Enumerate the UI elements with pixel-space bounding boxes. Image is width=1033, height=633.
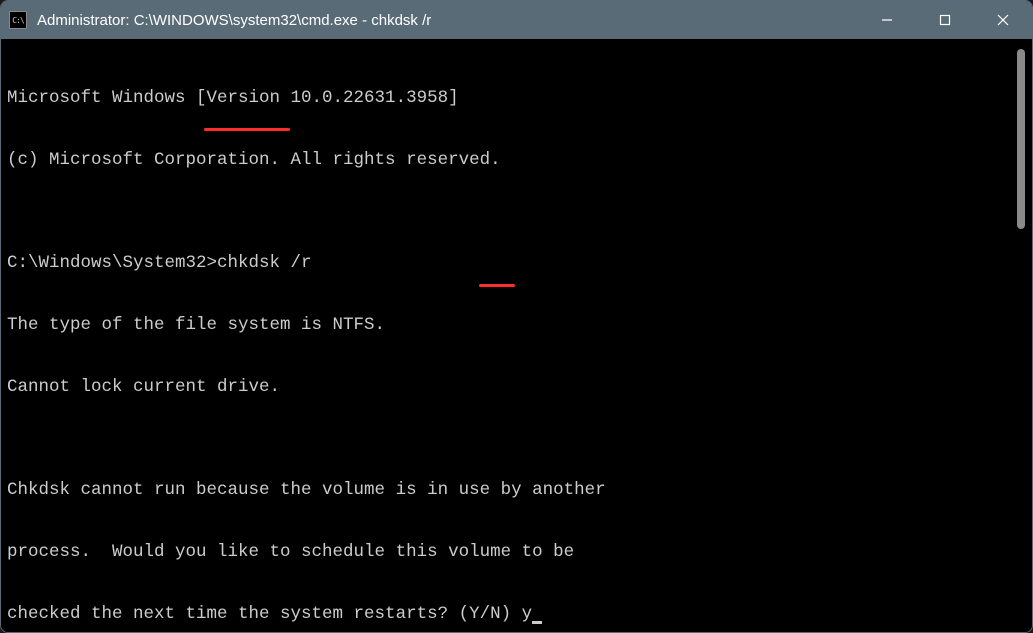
cmd-icon: C:\ bbox=[9, 11, 27, 29]
prompt: C:\Windows\System32> bbox=[7, 253, 217, 273]
output-line: Cannot lock current drive. bbox=[7, 377, 1012, 398]
window-controls bbox=[858, 1, 1032, 39]
output-line: checked the next time the system restart… bbox=[7, 604, 1012, 625]
terminal-body[interactable]: Microsoft Windows [Version 10.0.22631.39… bbox=[1, 39, 1032, 633]
minimize-button[interactable] bbox=[858, 1, 916, 39]
terminal-content: Microsoft Windows [Version 10.0.22631.39… bbox=[7, 47, 1012, 633]
close-button[interactable] bbox=[974, 1, 1032, 39]
output-line: (c) Microsoft Corporation. All rights re… bbox=[7, 150, 1012, 171]
prompt-question: checked the next time the system restart… bbox=[7, 604, 522, 624]
minimize-icon bbox=[881, 14, 893, 26]
user-response: y bbox=[522, 604, 533, 624]
annotation-underline bbox=[479, 284, 515, 287]
titlebar[interactable]: C:\ Administrator: C:\WINDOWS\system32\c… bbox=[1, 1, 1032, 39]
annotation-underline bbox=[204, 128, 290, 131]
command-text: chkdsk /r bbox=[217, 253, 312, 273]
scrollbar-thumb[interactable] bbox=[1017, 49, 1025, 229]
output-line: Chkdsk cannot run because the volume is … bbox=[7, 480, 1012, 501]
prompt-line: C:\Windows\System32>chkdsk /r bbox=[7, 253, 1012, 274]
cursor bbox=[532, 621, 542, 624]
output-line: Microsoft Windows [Version 10.0.22631.39… bbox=[7, 88, 1012, 109]
maximize-button[interactable] bbox=[916, 1, 974, 39]
scrollbar[interactable] bbox=[1012, 47, 1030, 633]
maximize-icon bbox=[939, 14, 951, 26]
cmd-window: C:\ Administrator: C:\WINDOWS\system32\c… bbox=[0, 0, 1033, 633]
output-line: process. Would you like to schedule this… bbox=[7, 542, 1012, 563]
window-title: Administrator: C:\WINDOWS\system32\cmd.e… bbox=[37, 12, 858, 29]
output-line: The type of the file system is NTFS. bbox=[7, 315, 1012, 336]
close-icon bbox=[997, 14, 1009, 26]
